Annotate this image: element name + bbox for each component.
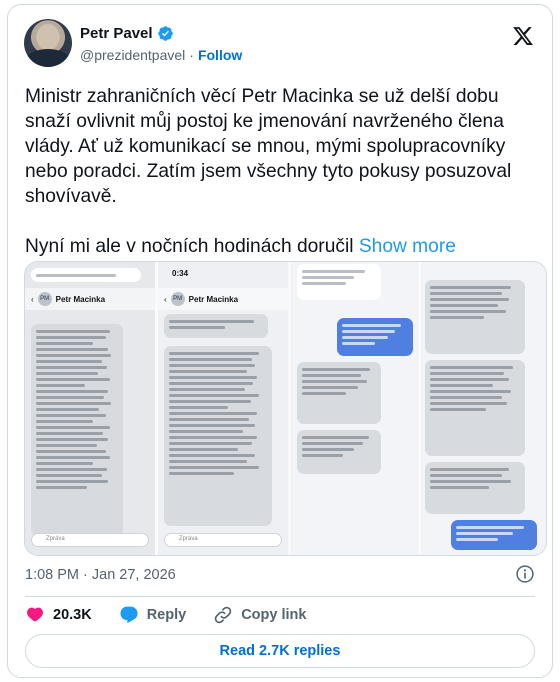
contact-name: Petr Macinka [55,294,106,304]
avatar-suit [26,49,70,67]
author-name[interactable]: Petr Pavel [80,25,153,42]
message-bubble-sent [451,520,537,550]
like-button[interactable]: 20.3K [25,605,92,625]
chat-header: ‹ PM Petr Macinka [25,288,155,310]
back-arrow-icon: ‹ [31,294,34,304]
chat-screenshot-1[interactable]: ‹ PM Petr Macinka Zpráva [25,262,155,555]
author-handle-row: @prezidentpavel · Follow [80,47,242,63]
tweet-paragraph-1: Ministr zahraničních věcí Petr Macinka s… [25,86,512,207]
message-bubble-sent [337,318,413,356]
contact-avatar: PM [170,292,185,306]
chat-screenshot-4[interactable] [421,262,546,555]
tweet-paragraph-2-text: Nyní mi ale v nočních hodinách doručil [25,236,354,257]
phone-time: 0:34 [172,269,189,278]
author-name-row: Petr Pavel [80,25,174,42]
message-composer: Zpráva [164,533,282,547]
media-attachment[interactable]: ‹ PM Petr Macinka Zpráva 0:34 ‹ PM Petr [24,261,547,556]
message-bubble [297,362,381,424]
copy-link-button[interactable]: Copy link [213,605,306,625]
info-icon[interactable] [515,564,535,584]
message-composer: Zpráva [31,533,149,547]
message-bubble [425,280,525,354]
tweet-paragraph-2: Nyní mi ale v nočních hodinách doručil S… [25,234,530,259]
contact-avatar: PM [37,292,52,306]
reply-bubble-icon [120,606,138,624]
author-handle[interactable]: @prezidentpavel [80,47,185,63]
tweet-timestamp[interactable]: 1:08 PM · Jan 27, 2026 [25,567,176,583]
chat-header: ‹ PM Petr Macinka [158,288,288,310]
chat-screenshot-3[interactable] [291,262,418,555]
copy-link-label: Copy link [241,607,307,623]
message-bubble [31,268,141,282]
message-bubble [297,430,381,474]
heart-icon [27,607,43,622]
reply-button[interactable]: Reply [119,605,187,625]
separator-dot: · [189,47,194,63]
avatar-face [37,24,59,50]
show-more-link[interactable]: Show more [359,236,456,257]
chat-screenshot-2[interactable]: 0:34 ‹ PM Petr Macinka Zpráva [158,262,288,555]
follow-button[interactable]: Follow [198,47,242,63]
message-bubble [164,314,268,338]
message-bubble [425,462,525,514]
x-logo-icon[interactable] [512,25,534,47]
action-bar: 20.3K Reply Copy link [25,604,333,626]
message-bubble [31,324,123,536]
tweet-text: Ministr zahraničních věcí Petr Macinka s… [25,84,530,259]
back-arrow-icon: ‹ [164,294,167,304]
tweet-card: Petr Pavel @prezidentpavel · Follow Mini… [7,4,553,678]
read-replies-button[interactable]: Read 2.7K replies [25,634,535,668]
contact-name: Petr Macinka [188,294,239,304]
verified-badge-icon [157,26,173,41]
message-bubble [164,346,272,526]
link-icon [214,606,232,624]
reply-label: Reply [146,607,187,623]
footer-divider [25,596,535,597]
message-bubble [425,360,525,456]
like-count: 20.3K [53,607,92,623]
message-bubble [297,264,381,300]
author-avatar[interactable] [24,19,72,67]
